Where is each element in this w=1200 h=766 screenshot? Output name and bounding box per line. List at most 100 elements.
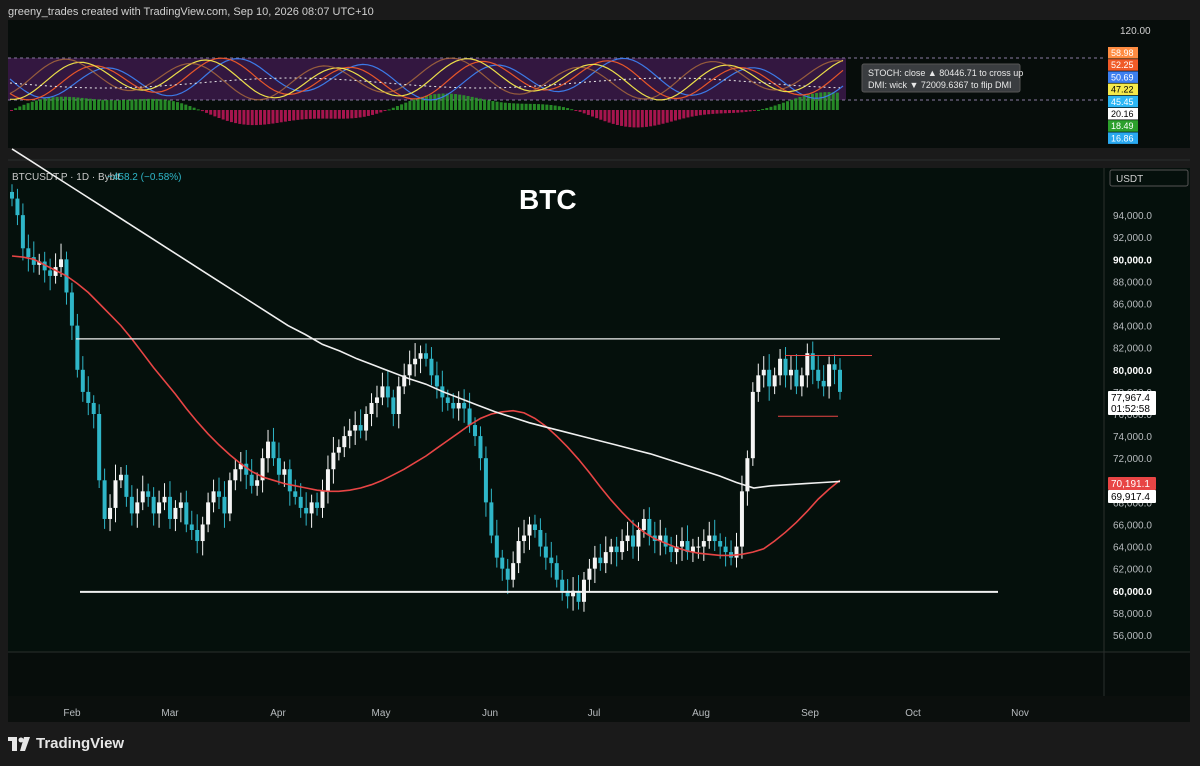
histogram-bar (478, 98, 482, 110)
histogram-bar (271, 110, 275, 124)
price-tick-label: 80,000.0 (1113, 366, 1152, 377)
candle-body (827, 364, 832, 387)
histogram-bar (151, 98, 155, 110)
candle-body (473, 425, 478, 437)
candle-body (783, 358, 788, 376)
candle-body (217, 491, 221, 497)
oscillator-value: 18.49 (1111, 121, 1134, 131)
last-price-value: 77,967.4 (1111, 393, 1150, 404)
histogram-bar (39, 99, 43, 110)
candle-body (663, 535, 668, 547)
histogram-bar (586, 110, 590, 115)
histogram-bar (117, 100, 121, 110)
candle-body (200, 524, 205, 542)
histogram-bar (566, 108, 570, 110)
histogram-bar (275, 110, 279, 123)
histogram-bar (234, 110, 238, 124)
histogram-bar (329, 110, 333, 119)
time-tick-label: Sep (801, 708, 819, 719)
candle-body (391, 397, 396, 414)
candle-body (456, 402, 461, 409)
candle-body (75, 325, 80, 370)
candle-body (560, 579, 565, 591)
histogram-bar (192, 107, 196, 110)
oscillator-top-label: 120.00 (1120, 26, 1151, 37)
histogram-bar (831, 92, 835, 110)
candle-body (227, 480, 232, 514)
histogram-bar (798, 96, 802, 110)
candle-body (233, 469, 238, 481)
price-tick-label: 92,000.0 (1113, 233, 1152, 244)
candle-body (701, 541, 706, 547)
histogram-bar (810, 93, 814, 110)
histogram-bar (325, 110, 329, 119)
histogram-bar (636, 110, 640, 128)
histogram-bar (553, 105, 557, 110)
histogram-bar (246, 110, 250, 125)
tooltip-line-1: STOCH: close ▲ 80446.71 to cross up (868, 68, 1023, 78)
histogram-bar (499, 102, 503, 110)
candle-body (712, 535, 717, 542)
histogram-bar (599, 110, 603, 120)
candle-body (325, 469, 330, 492)
candle-body (69, 292, 74, 326)
candle-body (151, 496, 156, 514)
oscillator-value: 50.69 (1111, 72, 1134, 82)
candle-body (97, 414, 102, 481)
histogram-bar (794, 98, 798, 110)
candle-body (707, 535, 712, 542)
histogram-bar (790, 99, 794, 110)
histogram-bar (437, 93, 441, 110)
oscillator-value: 20.16 (1111, 109, 1134, 119)
candle-body (554, 563, 559, 580)
tooltip-line-2: DMI: wick ▼ 72009.6367 to flip DMI (868, 80, 1011, 90)
histogram-bar (532, 103, 536, 110)
histogram-bar (582, 110, 586, 114)
candle-body (102, 480, 107, 519)
candle-body (86, 391, 91, 403)
histogram-bar (495, 101, 499, 110)
histogram-bar (304, 110, 308, 120)
price-tick-label: 58,000.0 (1113, 609, 1152, 620)
histogram-bar (59, 96, 63, 110)
histogram-bar (180, 103, 184, 110)
histogram-bar (715, 110, 719, 114)
histogram-bar (55, 96, 59, 110)
histogram-bar (773, 105, 777, 110)
candle-body (369, 402, 374, 414)
chart-canvas[interactable]: 94,000.0 92,000.0 90,000.0 88,000.0 86,000.0… (0, 0, 1200, 766)
histogram-bar (603, 110, 607, 122)
candle-body (157, 502, 162, 514)
histogram-bar (669, 110, 673, 122)
candle-body (620, 541, 625, 553)
histogram-bar (371, 110, 375, 115)
candle-body (135, 502, 140, 514)
price-tick-label: 82,000.0 (1113, 344, 1152, 355)
histogram-bar (661, 110, 665, 124)
time-tick-label: Apr (270, 708, 286, 719)
candle-body (374, 397, 379, 403)
candle-body (222, 496, 227, 514)
histogram-bar (362, 110, 366, 117)
histogram-bar (263, 110, 267, 125)
histogram-bar (528, 103, 532, 110)
candle-body (293, 491, 298, 497)
histogram-bar (769, 106, 773, 110)
candle-body (478, 436, 483, 459)
histogram-bar (615, 110, 619, 126)
candle-body (315, 502, 320, 508)
oscillator-value: 52.25 (1111, 60, 1134, 70)
histogram-bar (105, 100, 109, 110)
time-tick-label: Oct (905, 708, 921, 719)
histogram-bar (184, 104, 188, 110)
candle-body (631, 535, 635, 547)
tradingview-logo[interactable]: TradingView (8, 735, 124, 752)
time-tick-label: Jun (482, 708, 498, 719)
candle-body (603, 552, 608, 564)
histogram-bar (238, 110, 242, 124)
candle-body (680, 541, 685, 547)
histogram-bar (744, 110, 748, 112)
candle-body (489, 502, 494, 536)
histogram-bar (470, 96, 474, 110)
candle-body (739, 491, 744, 547)
